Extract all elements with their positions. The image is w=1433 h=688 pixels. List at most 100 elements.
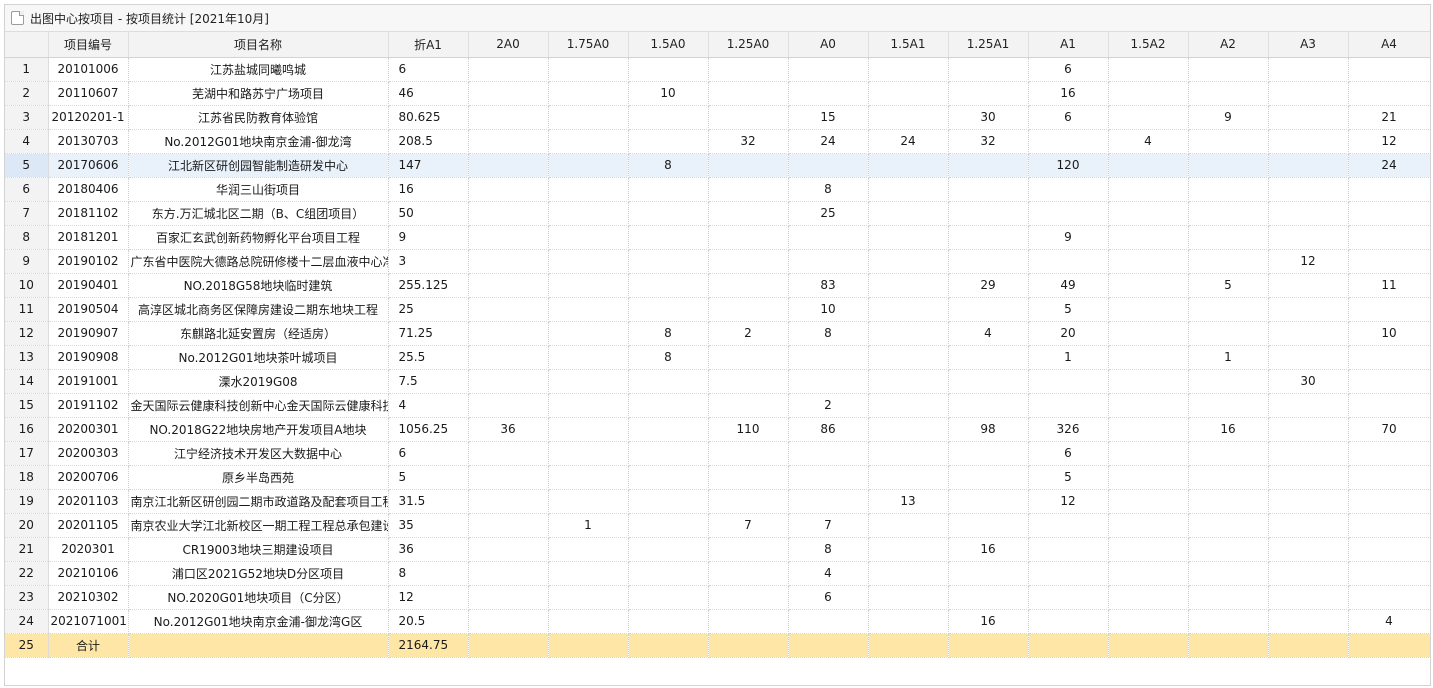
project-name-cell[interactable] [128,633,389,658]
zhe-a1-cell[interactable]: 147 [388,153,469,178]
project-code-cell[interactable]: 20210302 [48,585,129,610]
a1-cell[interactable]: 120 [1028,153,1109,178]
project-code-cell[interactable]: 20181201 [48,225,129,250]
project-name-cell[interactable]: 南京农业大学江北新校区一期工程工程总承包建设 [128,513,389,538]
1-5a2-cell[interactable] [1108,513,1189,538]
zhe-a1-cell[interactable]: 6 [388,441,469,466]
1-5a1-cell[interactable] [868,465,949,490]
a1-cell[interactable]: 1 [1028,345,1109,370]
a4-cell[interactable]: 12 [1348,129,1430,154]
1-75a0-cell[interactable] [548,393,629,418]
a4-cell[interactable] [1348,537,1430,562]
a0-cell[interactable] [788,633,869,658]
1-75a0-cell[interactable] [548,57,629,82]
column-header-a4[interactable]: A4 [1348,32,1430,58]
project-name-cell[interactable]: 高淳区城北商务区保障房建设二期东地块工程 [128,297,389,322]
2a0-cell[interactable] [468,465,549,490]
1-5a0-cell[interactable] [628,489,709,514]
1-5a2-cell[interactable] [1108,585,1189,610]
1-5a2-cell[interactable] [1108,393,1189,418]
1-5a0-cell[interactable]: 8 [628,321,709,346]
a0-cell[interactable]: 2 [788,393,869,418]
project-code-cell[interactable]: 2020301 [48,537,129,562]
2a0-cell[interactable] [468,537,549,562]
1-75a0-cell[interactable] [548,489,629,514]
1-5a0-cell[interactable] [628,561,709,586]
1-5a0-cell[interactable] [628,105,709,130]
table-row[interactable]: 2 20110607 芜湖中和路苏宁广场项目 46 10 16 [5,81,1430,106]
column-header-1-5a1[interactable]: 1.5A1 [868,32,949,58]
zhe-a1-cell[interactable]: 25.5 [388,345,469,370]
1-25a1-cell[interactable] [948,297,1029,322]
a2-cell[interactable] [1188,585,1269,610]
a1-cell[interactable]: 16 [1028,81,1109,106]
1-5a0-cell[interactable] [628,201,709,226]
a4-cell[interactable] [1348,177,1430,202]
a0-cell[interactable]: 8 [788,537,869,562]
column-header-a1[interactable]: A1 [1028,32,1109,58]
a3-cell[interactable] [1268,201,1349,226]
1-25a0-cell[interactable]: 7 [708,513,789,538]
project-code-cell[interactable]: 20201103 [48,489,129,514]
column-header-1-75a0[interactable]: 1.75A0 [548,32,629,58]
1-25a1-cell[interactable] [948,561,1029,586]
column-header-a3[interactable]: A3 [1268,32,1349,58]
1-5a2-cell[interactable] [1108,345,1189,370]
1-5a2-cell[interactable] [1108,153,1189,178]
1-75a0-cell[interactable] [548,129,629,154]
1-5a0-cell[interactable] [628,297,709,322]
table-row[interactable]: 14 20191001 溧水2019G08 7.5 30 [5,369,1430,394]
1-25a0-cell[interactable] [708,633,789,658]
2a0-cell[interactable] [468,81,549,106]
project-code-cell[interactable]: 合计 [48,633,129,658]
zhe-a1-cell[interactable]: 208.5 [388,129,469,154]
2a0-cell[interactable] [468,585,549,610]
2a0-cell[interactable] [468,513,549,538]
1-25a0-cell[interactable] [708,153,789,178]
project-name-cell[interactable]: No.2012G01地块南京金浦-御龙湾 [128,129,389,154]
1-5a2-cell[interactable] [1108,537,1189,562]
zhe-a1-cell[interactable]: 71.25 [388,321,469,346]
a3-cell[interactable] [1268,177,1349,202]
1-75a0-cell[interactable] [548,609,629,634]
a1-cell[interactable]: 12 [1028,489,1109,514]
project-code-cell[interactable]: 20200303 [48,441,129,466]
a4-cell[interactable]: 4 [1348,609,1430,634]
table-row[interactable]: 7 20181102 东方.万汇城北区二期（B、C组团项目） 50 25 [5,201,1430,226]
1-5a1-cell[interactable] [868,249,949,274]
zhe-a1-cell[interactable]: 7.5 [388,369,469,394]
1-5a2-cell[interactable] [1108,417,1189,442]
1-5a1-cell[interactable] [868,201,949,226]
a4-cell[interactable]: 70 [1348,417,1430,442]
a2-cell[interactable] [1188,369,1269,394]
1-5a1-cell[interactable] [868,513,949,538]
1-25a1-cell[interactable]: 4 [948,321,1029,346]
table-row[interactable]: 13 20190908 No.2012G01地块茶叶城项目 25.5 8 1 1 [5,345,1430,370]
zhe-a1-cell[interactable]: 5 [388,465,469,490]
1-5a0-cell[interactable] [628,609,709,634]
project-name-cell[interactable]: 芜湖中和路苏宁广场项目 [128,81,389,106]
1-25a1-cell[interactable] [948,369,1029,394]
a0-cell[interactable] [788,465,869,490]
1-25a0-cell[interactable] [708,57,789,82]
1-75a0-cell[interactable] [548,273,629,298]
a1-cell[interactable] [1028,201,1109,226]
column-header-1-25a0[interactable]: 1.25A0 [708,32,789,58]
2a0-cell[interactable] [468,57,549,82]
1-25a0-cell[interactable] [708,393,789,418]
table-row[interactable]: 9 20190102 广东省中医院大德路总院研修楼十二层血液中心净 3 12 [5,249,1430,274]
a0-cell[interactable] [788,489,869,514]
1-25a1-cell[interactable] [948,57,1029,82]
a2-cell[interactable] [1188,465,1269,490]
1-5a0-cell[interactable]: 8 [628,153,709,178]
1-5a1-cell[interactable] [868,417,949,442]
2a0-cell[interactable] [468,345,549,370]
table-row[interactable]: 4 20130703 No.2012G01地块南京金浦-御龙湾 208.5 32 24 24… [5,129,1430,154]
1-25a0-cell[interactable] [708,201,789,226]
a0-cell[interactable] [788,225,869,250]
a3-cell[interactable] [1268,393,1349,418]
a0-cell[interactable]: 83 [788,273,869,298]
zhe-a1-cell[interactable]: 255.125 [388,273,469,298]
a3-cell[interactable] [1268,417,1349,442]
2a0-cell[interactable] [468,201,549,226]
